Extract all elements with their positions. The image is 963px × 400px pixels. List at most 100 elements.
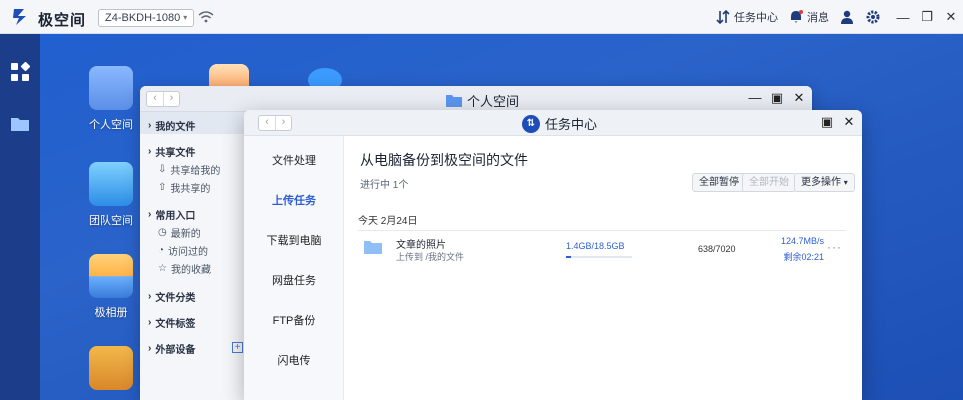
more-options-icon[interactable]: ··· — [827, 240, 842, 254]
task-row[interactable]: 文章的照片 上传到 /我的文件 1.4GB/18.5GB 638/7020 12… — [358, 234, 846, 266]
forward-arrow-icon[interactable]: › — [275, 116, 291, 130]
sidebar-item-label: 外部设备 — [155, 345, 196, 356]
task-center-icon: ⇅ — [522, 114, 540, 133]
forward-arrow-icon[interactable]: › — [163, 92, 179, 106]
photos-icon — [89, 254, 133, 298]
date-header: 今天 2月24日 — [358, 216, 418, 227]
upload-content: 从电脑备份到极空间的文件 进行中 1个 全部暂停 全部开始 更多操作 ▾ 今天 … — [344, 136, 862, 400]
user-icon — [841, 10, 853, 24]
close-icon[interactable]: ✕ — [792, 90, 806, 106]
progress-fill — [566, 256, 572, 258]
progress-bar — [566, 256, 632, 258]
back-arrow-icon[interactable]: ‹ — [259, 116, 275, 130]
task-center-window: ‹ › ⇅ 任务中心 ▣ ✕ 文件处理 上传任务 下载到电脑 网盘任务 FTP备… — [244, 110, 862, 400]
sidebar-item-favorites[interactable]: ☆ 我的收藏 — [158, 261, 211, 276]
sidebar-item-label: 文件标签 — [155, 319, 196, 330]
brand-name: 极空间 — [38, 12, 87, 29]
sidebar-item-external[interactable]: › 外部设备 — [148, 341, 195, 356]
messages-label: 消息 — [807, 12, 829, 24]
maximize-icon[interactable]: ▣ — [820, 114, 834, 130]
chevron-right-icon: › — [148, 120, 152, 131]
files-sidebar: › 我的文件 › 共享文件 ⇩ 共享给我的 ⇧ 我共享的 › 常用入口 ◷ 最新… — [140, 112, 246, 400]
sidebar-item-my-files[interactable]: › 我的文件 — [148, 118, 195, 133]
minimize-icon: — — [896, 9, 910, 25]
minimize-icon[interactable]: — — [748, 90, 762, 106]
sidebar-item-label: 我的文件 — [155, 122, 196, 133]
sidebar-item-label: 共享文件 — [155, 148, 196, 159]
desktop-icon-personal-space[interactable]: 个人空间 — [76, 66, 146, 132]
more-actions-button[interactable]: 更多操作 ▾ — [794, 173, 855, 192]
start-all-button[interactable]: 全部开始 — [742, 173, 796, 192]
user-button[interactable] — [839, 9, 855, 25]
gear-icon — [866, 10, 880, 24]
desktop-icon-label: 个人空间 — [89, 119, 133, 131]
tab-file-processing[interactable]: 文件处理 — [244, 152, 344, 168]
desktop-icon-label: 团队空间 — [89, 215, 133, 227]
chevron-down-icon: ▾ — [183, 13, 188, 22]
task-center-button[interactable]: 任务中心 — [715, 9, 778, 25]
restore-button[interactable]: ❐ — [915, 0, 939, 34]
chevron-down-icon: ▾ — [843, 178, 848, 187]
page-title: 从电脑备份到极空间的文件 — [360, 152, 528, 168]
sidebar-item-shared[interactable]: › 共享文件 — [148, 144, 195, 159]
window-title-text: 任务中心 — [545, 117, 598, 132]
device-selector[interactable]: Z4-BKDH-1080 ▾ — [98, 9, 195, 27]
settings-button[interactable] — [865, 9, 881, 25]
tab-upload[interactable]: 上传任务 — [244, 192, 344, 208]
apps-grid-icon[interactable] — [10, 62, 30, 82]
desktop-icon-team-space[interactable]: 团队空间 — [76, 162, 146, 228]
task-destination: 上传到 /我的文件 — [396, 252, 465, 262]
chevron-right-icon: › — [148, 317, 152, 328]
sidebar-item-label: 访问过的 — [168, 247, 209, 258]
sidebar-item-shared-to-me[interactable]: ⇩ 共享给我的 — [158, 162, 220, 177]
folder-icon — [446, 95, 462, 107]
task-file-count: 638/7020 — [698, 244, 736, 254]
sidebar-item-visited[interactable]: ◔ 访问过的 — [158, 243, 208, 258]
sidebar-item-common[interactable]: › 常用入口 — [148, 207, 195, 222]
sidebar-item-my-shared[interactable]: ⇧ 我共享的 — [158, 180, 210, 195]
sidebar-item-file-tags[interactable]: › 文件标签 — [148, 315, 195, 330]
personal-space-icon — [89, 66, 133, 110]
restore-icon: ❐ — [921, 9, 933, 24]
folder-icon[interactable] — [10, 114, 30, 134]
pause-all-button[interactable]: 全部暂停 — [692, 173, 746, 192]
close-icon: ✕ — [945, 9, 957, 24]
close-icon[interactable]: ✕ — [842, 114, 856, 130]
tab-flash-transfer[interactable]: 闪电传 — [244, 352, 344, 368]
sidebar-item-recent[interactable]: ◷ 最新的 — [158, 225, 201, 240]
window-controls: ▣ ✕ — [820, 114, 856, 130]
close-button[interactable]: ✕ — [939, 0, 963, 34]
chevron-down-icon: › — [148, 209, 152, 220]
folder-icon — [364, 241, 382, 254]
tab-download[interactable]: 下载到电脑 — [244, 232, 344, 248]
more-actions-label: 更多操作 — [801, 177, 841, 188]
back-arrow-icon[interactable]: ‹ — [147, 92, 163, 106]
history-icon: ◔ — [158, 245, 165, 256]
share-out-icon: ⇧ — [158, 182, 167, 193]
maximize-icon[interactable]: ▣ — [770, 90, 784, 106]
device-name: Z4-BKDH-1080 — [105, 12, 181, 24]
sidebar-item-label: 最新的 — [170, 229, 201, 240]
app-logo-icon — [13, 9, 26, 25]
nav-arrows: ‹ › — [146, 91, 180, 107]
chevron-right-icon: › — [148, 291, 152, 302]
desktop-icon-photos[interactable]: 极相册 — [76, 254, 146, 320]
desktop-icon-label: 极相册 — [94, 307, 128, 319]
task-tabs: 文件处理 上传任务 下载到电脑 网盘任务 FTP备份 闪电传 — [244, 136, 344, 400]
divider — [358, 230, 846, 231]
sidebar-item-label: 文件分类 — [155, 293, 196, 304]
wifi-icon — [198, 11, 214, 23]
window-titlebar[interactable]: ‹ › 个人空间 — ▣ ✕ — [140, 86, 812, 112]
window-titlebar[interactable]: ‹ › ⇅ 任务中心 ▣ ✕ — [244, 110, 862, 136]
minimize-button[interactable]: — — [891, 0, 915, 34]
tab-ftp-backup[interactable]: FTP备份 — [244, 312, 344, 328]
sidebar-item-label: 共享给我的 — [170, 166, 221, 177]
task-size: 1.4GB/18.5GB — [566, 241, 625, 251]
messages-button[interactable]: 消息 — [788, 9, 829, 25]
desktop-icon-app[interactable] — [76, 346, 146, 396]
add-device-icon[interactable]: + — [232, 342, 243, 353]
sidebar-item-label: 我的收藏 — [170, 265, 211, 276]
tab-cloud-tasks[interactable]: 网盘任务 — [244, 272, 344, 288]
task-speed: 124.7MB/s — [780, 236, 824, 246]
sidebar-item-file-types[interactable]: › 文件分类 — [148, 289, 195, 304]
